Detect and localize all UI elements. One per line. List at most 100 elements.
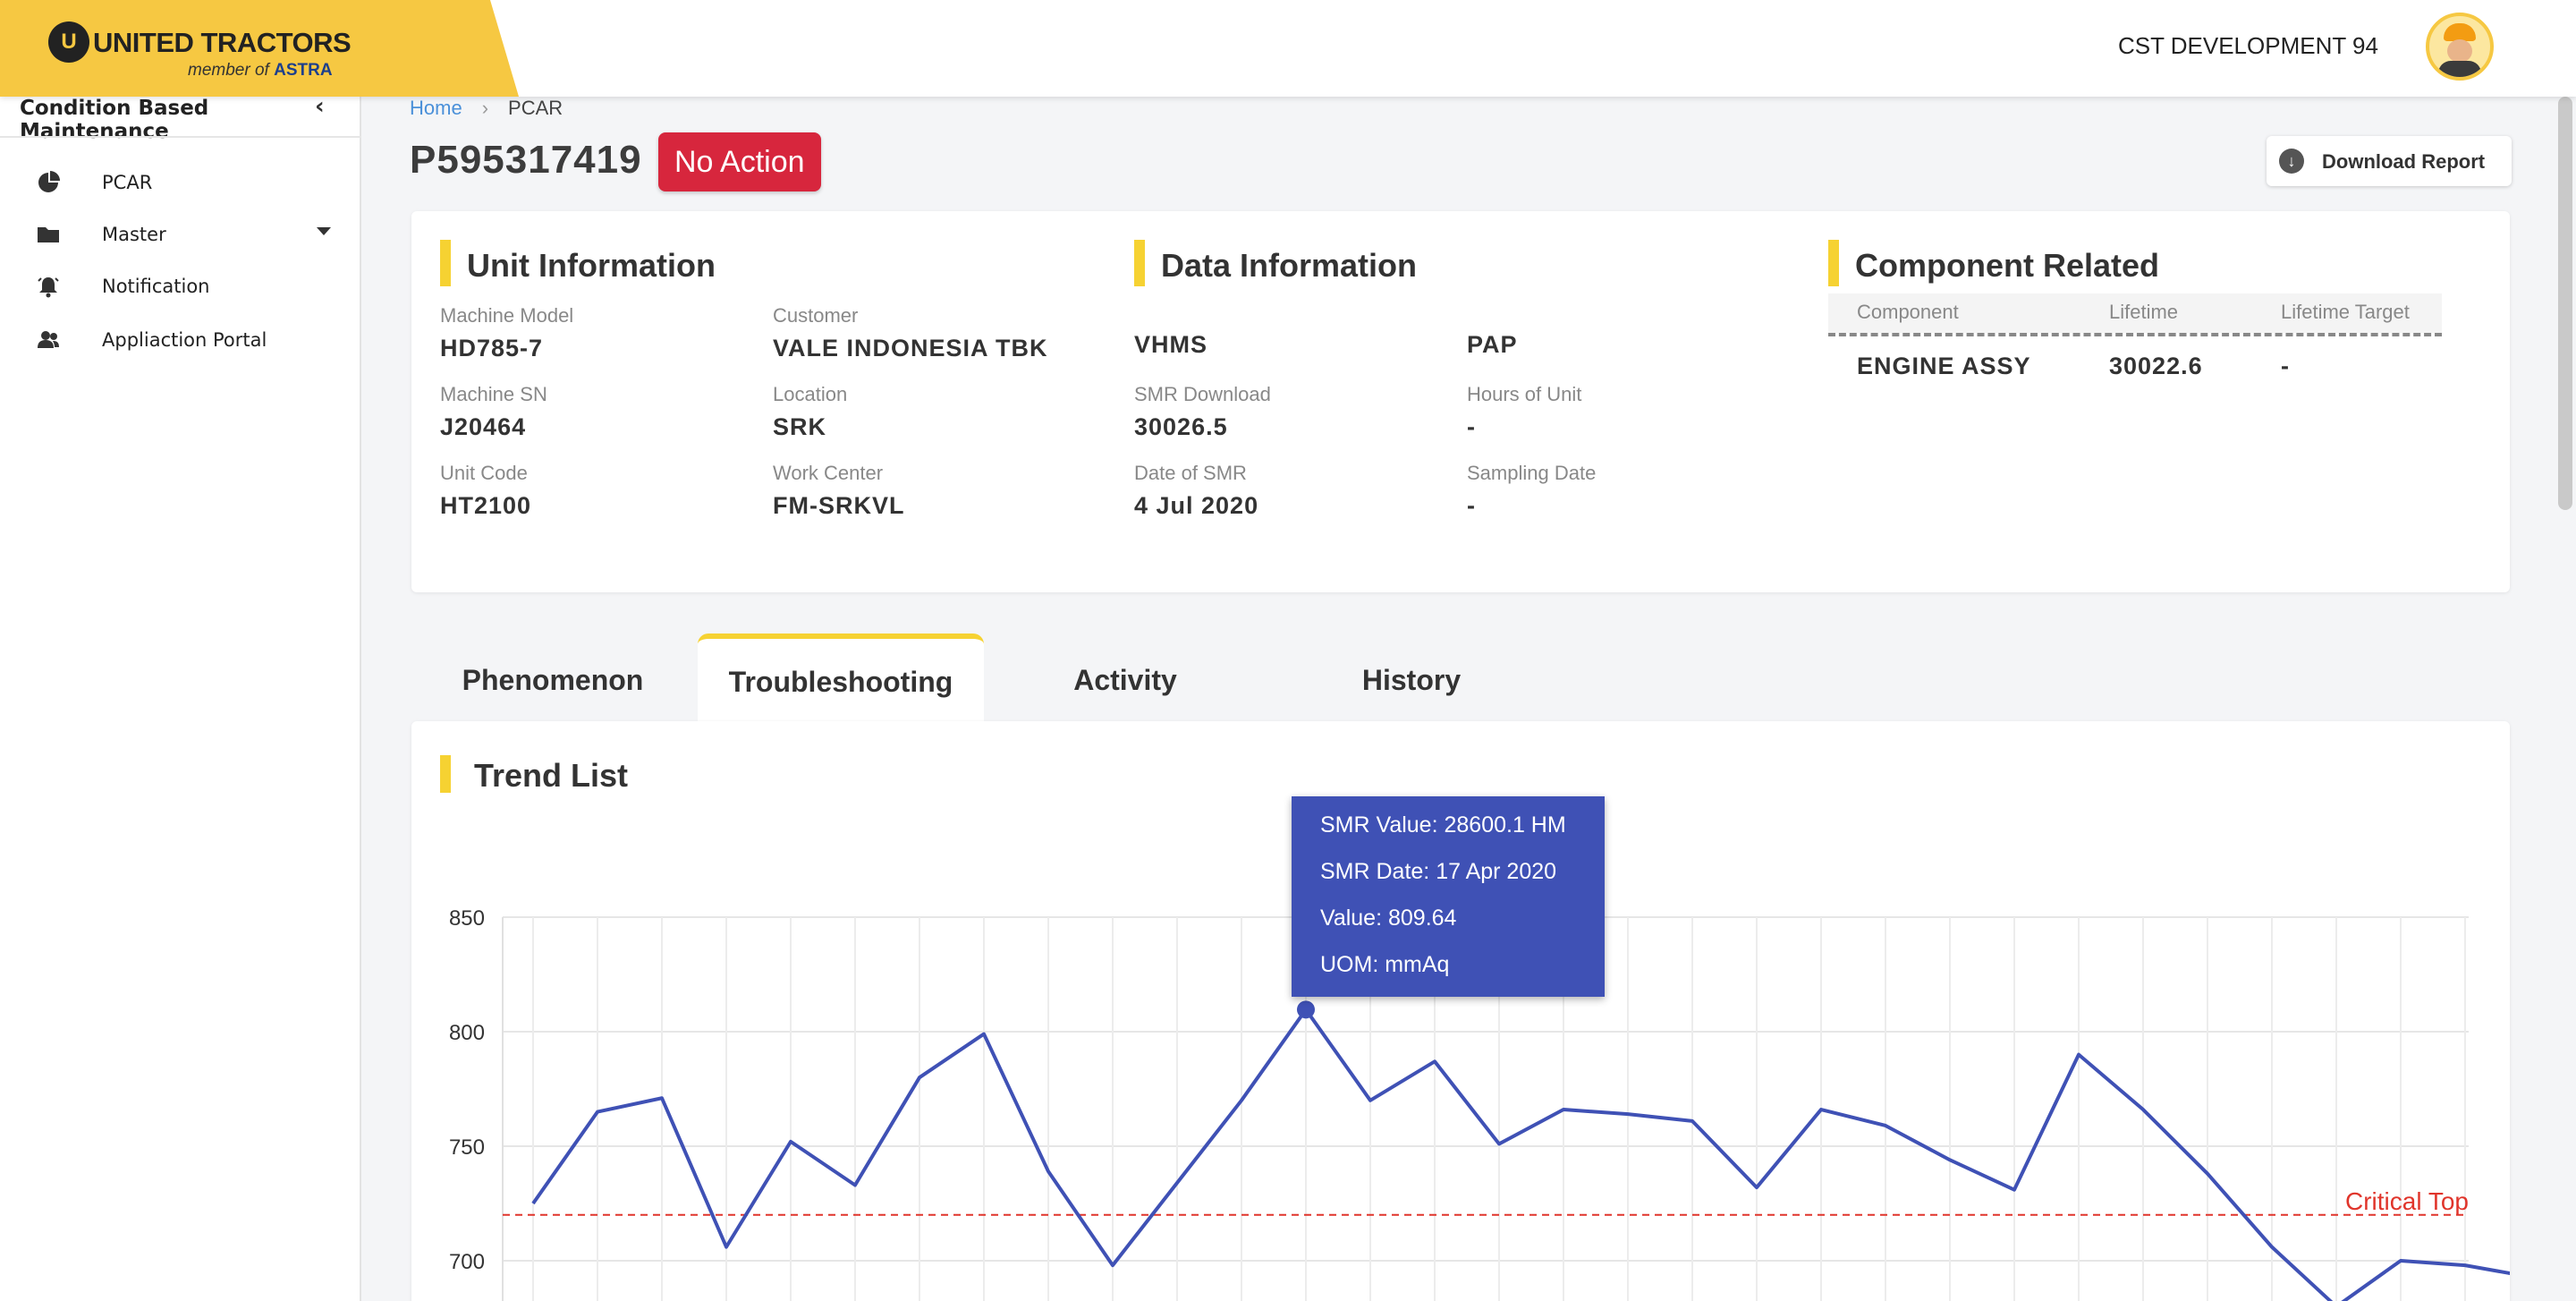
data-point[interactable] bbox=[1043, 1166, 1054, 1177]
data-point[interactable] bbox=[1751, 1182, 1762, 1193]
table-row: ENGINE ASSY 30022.6 - bbox=[1828, 336, 2442, 381]
field-value: 4 Jul 2020 bbox=[1134, 492, 1259, 519]
table-cell: ENGINE ASSY bbox=[1857, 353, 2031, 379]
component-table: Component Lifetime Lifetime Target ENGIN… bbox=[1828, 293, 2442, 381]
breadcrumb-current: PCAR bbox=[508, 97, 564, 119]
sidebar-item-master[interactable]: Master bbox=[0, 209, 361, 259]
scrollbar-thumb[interactable] bbox=[2558, 97, 2572, 510]
data-point[interactable] bbox=[1558, 1104, 1569, 1115]
data-point[interactable] bbox=[528, 1198, 538, 1209]
field-label: Customer bbox=[773, 304, 859, 327]
caret-down-icon[interactable] bbox=[317, 227, 331, 235]
tab-troubleshooting[interactable]: Troubleshooting bbox=[698, 633, 984, 721]
brand-logo[interactable]: U UNITED TRACTORS member of ASTRA bbox=[0, 0, 519, 97]
field-machine-sn: Machine SN J20464 bbox=[440, 383, 547, 441]
sidebar-item-application-portal[interactable]: Appliaction Portal bbox=[0, 315, 361, 365]
data-point[interactable] bbox=[1945, 1154, 1955, 1165]
field-value: J20464 bbox=[440, 413, 527, 440]
highlighted-data-point[interactable] bbox=[1297, 1000, 1315, 1019]
y-tick-label: 800 bbox=[449, 1021, 485, 1045]
series-line bbox=[531, 1008, 2510, 1301]
breadcrumb-separator-icon: › bbox=[481, 97, 489, 119]
sidebar: Condition Based Maintenance ‹ PCAR Maste… bbox=[0, 95, 361, 1301]
field-label: Location bbox=[773, 383, 848, 405]
field-value: HT2100 bbox=[440, 492, 532, 519]
field-value: - bbox=[1467, 492, 1476, 519]
download-report-button[interactable]: ↓ Download Report bbox=[2267, 136, 2512, 186]
page-scrollbar[interactable] bbox=[2555, 97, 2576, 1301]
data-point[interactable] bbox=[721, 1242, 732, 1253]
data-point[interactable] bbox=[979, 1029, 989, 1040]
tab-history[interactable]: History bbox=[1270, 633, 1553, 721]
user-name[interactable]: CST DEVELOPMENT 94 bbox=[2118, 32, 2378, 60]
y-tick-label: 850 bbox=[449, 906, 485, 931]
field-value: - bbox=[1467, 413, 1476, 440]
data-point[interactable] bbox=[1172, 1178, 1182, 1188]
table-cell: 30022.6 bbox=[2109, 353, 2203, 379]
field-date-of-smr: Date of SMR 4 Jul 2020 bbox=[1134, 462, 1258, 520]
data-point[interactable] bbox=[2395, 1255, 2406, 1266]
field-location: Location SRK bbox=[773, 383, 847, 441]
field-value: VHMS bbox=[1134, 331, 1208, 358]
data-point[interactable] bbox=[657, 1093, 667, 1103]
data-point[interactable] bbox=[850, 1180, 860, 1191]
data-point[interactable] bbox=[1107, 1260, 1118, 1271]
download-report-label: Download Report bbox=[2322, 150, 2486, 173]
download-icon: ↓ bbox=[2279, 149, 2304, 174]
data-point[interactable] bbox=[1236, 1095, 1247, 1106]
field-label: Unit Code bbox=[440, 462, 528, 484]
field-label: Date of SMR bbox=[1134, 462, 1247, 484]
data-point[interactable] bbox=[1365, 1095, 1376, 1106]
field-machine-model: Machine Model HD785-7 bbox=[440, 304, 573, 362]
data-point[interactable] bbox=[1429, 1056, 1440, 1067]
data-point[interactable] bbox=[1880, 1120, 1891, 1131]
field-unit-code: Unit Code HT2100 bbox=[440, 462, 531, 520]
data-point[interactable] bbox=[592, 1107, 603, 1118]
avatar-hat bbox=[2444, 23, 2476, 41]
field-hours-of-unit: Hours of Unit - bbox=[1467, 383, 1581, 441]
column-header: Lifetime Target bbox=[2281, 301, 2410, 323]
field-value: 30026.5 bbox=[1134, 413, 1228, 440]
data-point[interactable] bbox=[1623, 1109, 1633, 1119]
brand-sub-prefix: member of bbox=[188, 61, 269, 80]
tab-phenomenon[interactable]: Phenomenon bbox=[411, 633, 694, 721]
data-point[interactable] bbox=[785, 1136, 796, 1147]
sidebar-item-label: Master bbox=[102, 224, 166, 245]
field-work-center: Work Center FM-SRKVL bbox=[773, 462, 904, 520]
data-point[interactable] bbox=[2073, 1050, 2084, 1060]
field-value: HD785-7 bbox=[440, 335, 544, 361]
tooltip-smr-value: SMR Value: 28600.1 HM bbox=[1320, 812, 1566, 838]
sidebar-item-notification[interactable]: Notification bbox=[0, 261, 361, 311]
brand-subtitle: member of ASTRA bbox=[188, 61, 333, 81]
breadcrumb-home-link[interactable]: Home bbox=[410, 97, 462, 119]
tab-bar: Phenomenon Troubleshooting Activity Hist… bbox=[411, 633, 1664, 721]
data-point[interactable] bbox=[1687, 1116, 1698, 1127]
avatar-body bbox=[2438, 61, 2481, 77]
heading-accent-bar bbox=[1134, 240, 1145, 286]
component-title: Component Related bbox=[1855, 247, 2160, 284]
data-info-title: Data Information bbox=[1161, 247, 1418, 284]
brand-name: UNITED TRACTORS bbox=[93, 27, 352, 58]
data-point[interactable] bbox=[2267, 1242, 2277, 1253]
avatar[interactable] bbox=[2426, 13, 2494, 81]
tooltip-value: Value: 809.64 bbox=[1320, 906, 1457, 931]
data-point[interactable] bbox=[914, 1072, 925, 1083]
data-point[interactable] bbox=[1494, 1138, 1504, 1149]
info-card: Unit Information Machine Model HD785-7 C… bbox=[411, 211, 2510, 592]
column-header: Lifetime bbox=[2109, 301, 2179, 323]
field-label: Sampling Date bbox=[1467, 462, 1597, 484]
tab-activity[interactable]: Activity bbox=[984, 633, 1267, 721]
sidebar-item-pcar[interactable]: PCAR bbox=[0, 157, 361, 208]
sidebar-item-label: Notification bbox=[102, 276, 210, 297]
data-point[interactable] bbox=[2202, 1169, 2213, 1179]
threshold-label: Critical Top bbox=[2345, 1187, 2469, 1215]
data-point[interactable] bbox=[2009, 1185, 2020, 1195]
data-point[interactable] bbox=[1816, 1104, 1826, 1115]
data-point[interactable] bbox=[2138, 1104, 2148, 1115]
y-tick-label: 750 bbox=[449, 1135, 485, 1160]
field-data-source: VHMS bbox=[1134, 331, 1208, 359]
data-point[interactable] bbox=[2460, 1260, 2470, 1271]
collapse-chevron-icon[interactable]: ‹ bbox=[315, 95, 325, 118]
field-value: PAP bbox=[1467, 331, 1518, 358]
alarm-bell-icon bbox=[38, 277, 59, 298]
